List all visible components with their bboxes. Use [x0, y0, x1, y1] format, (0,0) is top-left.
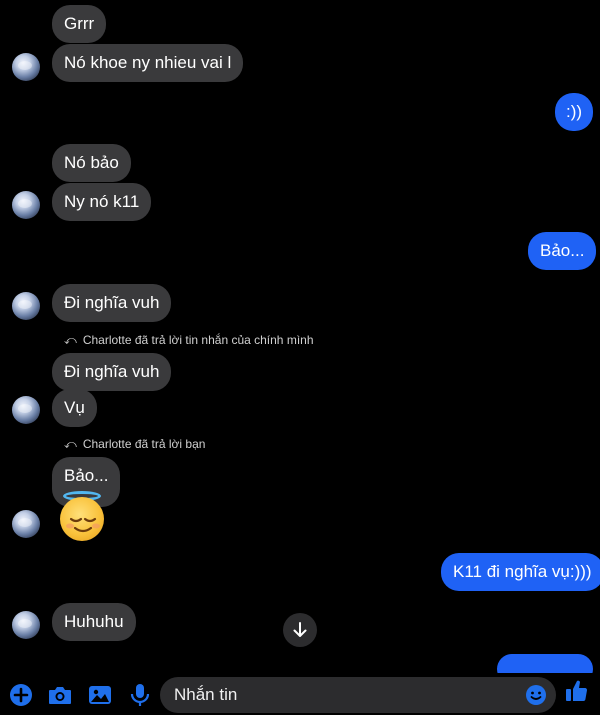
message-incoming[interactable]: Đi nghĩa vuh: [52, 353, 172, 391]
halo-emoji-icon: [58, 489, 106, 541]
reply-icon: ⤺: [64, 333, 77, 347]
message-incoming[interactable]: Ny nó k11: [52, 183, 152, 221]
reply-note: ⤺ Charlotte đã trả lời tin nhắn của chính…: [64, 333, 314, 347]
avatar[interactable]: [12, 510, 40, 538]
reply-icon: ⤺: [64, 437, 77, 451]
microphone-icon: [130, 684, 150, 706]
voice-button[interactable]: [127, 682, 153, 708]
avatar[interactable]: [12, 53, 40, 81]
message-incoming[interactable]: Vụ: [52, 389, 97, 427]
image-icon: [89, 686, 111, 704]
emoji-icon[interactable]: [524, 683, 548, 707]
avatar[interactable]: [12, 292, 40, 320]
camera-button[interactable]: [47, 682, 73, 708]
arrow-down-icon: [293, 622, 307, 637]
avatar[interactable]: [12, 611, 40, 639]
add-button[interactable]: [8, 682, 34, 708]
message-outgoing[interactable]: K11 đi nghĩa vụ:))): [441, 553, 600, 591]
avatar[interactable]: [12, 191, 40, 219]
like-button[interactable]: [564, 678, 590, 704]
message-outgoing[interactable]: Bảo...: [528, 232, 597, 270]
reply-note: ⤺ Charlotte đã trả lời bạn: [64, 437, 206, 451]
message-input[interactable]: Nhắn tin: [160, 677, 556, 713]
avatar[interactable]: [12, 396, 40, 424]
message-incoming[interactable]: Grrr: [52, 5, 107, 43]
message-outgoing[interactable]: :)): [555, 93, 593, 131]
thumbs-up-icon: [566, 680, 588, 702]
scroll-to-bottom-button[interactable]: [283, 613, 317, 647]
message-incoming[interactable]: Nó bảo: [52, 144, 131, 182]
message-incoming[interactable]: Nó khoe ny nhieu vai l: [52, 44, 244, 82]
message-incoming[interactable]: Huhuhu: [52, 603, 136, 641]
message-input-placeholder: Nhắn tin: [174, 685, 238, 704]
gallery-button[interactable]: [87, 682, 113, 708]
camera-icon: [49, 687, 71, 704]
message-incoming[interactable]: Đi nghĩa vuh: [52, 284, 172, 322]
plus-icon: [10, 684, 32, 706]
